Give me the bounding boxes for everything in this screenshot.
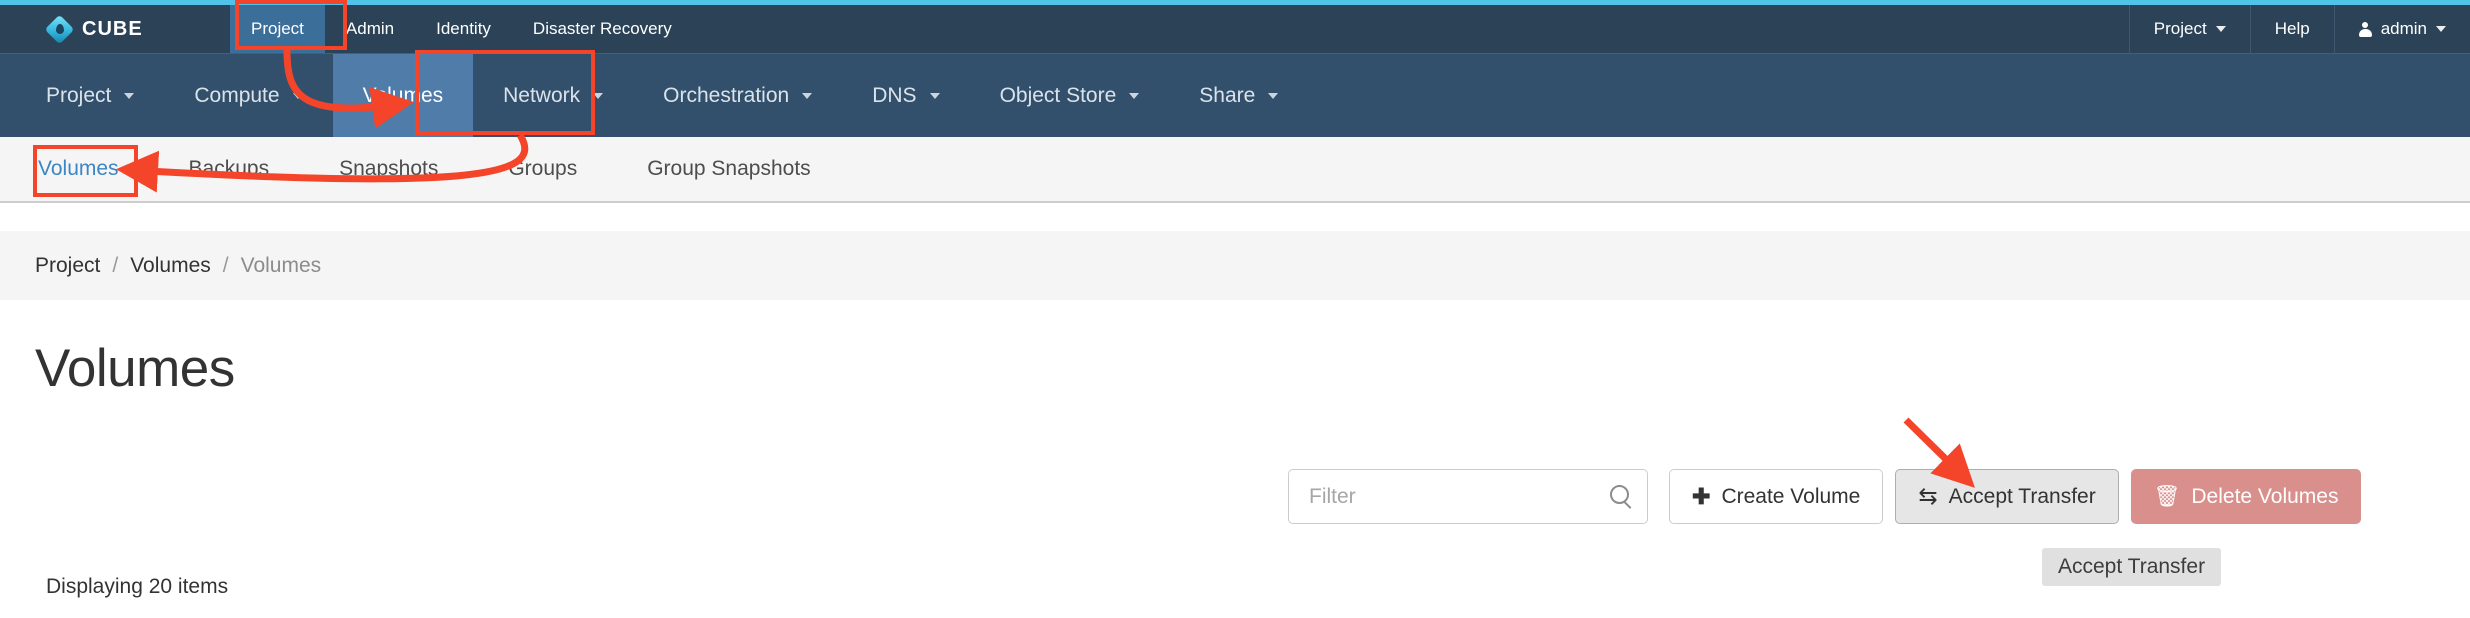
page-title: Volumes	[35, 339, 235, 398]
subnav-label: Orchestration	[663, 83, 790, 107]
chevron-down-icon	[593, 92, 604, 99]
tab-groups[interactable]: Groups	[473, 157, 612, 181]
subnav-label: Volumes	[362, 83, 444, 107]
panel-navigation: Project Compute Volumes Network Orchestr…	[0, 53, 2470, 137]
subnav-item-share[interactable]: Share	[1169, 54, 1308, 137]
chevron-down-icon	[929, 92, 940, 99]
create-volume-label: Create Volume	[1721, 484, 1861, 508]
user-menu-label: admin	[2380, 19, 2427, 38]
accept-transfer-tooltip: Accept Transfer	[2042, 548, 2222, 586]
tab-volumes[interactable]: Volumes	[0, 157, 154, 181]
subnav-item-orchestration[interactable]: Orchestration	[633, 54, 842, 137]
volumes-toolbar: ✚ Create Volume ⇆ Accept Transfer 🗑 Dele…	[1288, 469, 2362, 524]
top-header-bar: CUBE Project Admin Identity Disaster Rec…	[0, 5, 2470, 53]
filter-field-wrapper[interactable]	[1288, 469, 1648, 524]
breadcrumb-item-volumes[interactable]: Volumes	[130, 254, 211, 278]
top-right-menu: Project Help admin	[2128, 5, 2470, 53]
cube-diamond-logo-icon	[44, 14, 75, 44]
tab-group-snapshots[interactable]: Group Snapshots	[612, 157, 845, 181]
breadcrumb-bar: Project / Volumes / Volumes	[0, 231, 2470, 300]
user-icon	[2358, 21, 2372, 37]
chevron-down-icon	[2436, 26, 2446, 32]
tab-snapshots[interactable]: Snapshots	[304, 157, 473, 181]
plus-icon: ✚	[1692, 483, 1711, 509]
subnav-item-compute[interactable]: Compute	[164, 54, 332, 137]
transfer-arrows-icon: ⇆	[1918, 483, 1938, 509]
subnav-label: Network	[503, 83, 581, 107]
topnav-item-disaster-recovery[interactable]: Disaster Recovery	[512, 5, 693, 53]
subnav-label: Object Store	[999, 83, 1117, 107]
chevron-down-icon	[124, 92, 135, 99]
search-input[interactable]	[1289, 484, 1579, 509]
chevron-down-icon	[292, 92, 303, 99]
brand-name: CUBE	[82, 17, 143, 40]
breadcrumb-item-project[interactable]: Project	[35, 254, 100, 278]
tab-backups[interactable]: Backups	[154, 157, 305, 181]
subnav-item-dns[interactable]: DNS	[842, 54, 969, 137]
chevron-down-icon	[1268, 92, 1279, 99]
top-navigation: Project Admin Identity Disaster Recovery	[230, 5, 693, 53]
help-link[interactable]: Help	[2249, 5, 2334, 53]
volumes-tab-bar: Volumes Backups Snapshots Groups Group S…	[0, 137, 2470, 203]
delete-volumes-button[interactable]: 🗑 Delete Volumes	[2130, 469, 2362, 524]
accept-transfer-label: Accept Transfer	[1948, 484, 2096, 508]
search-icon[interactable]	[1610, 485, 1629, 504]
breadcrumb-separator: /	[112, 253, 119, 277]
user-menu[interactable]: admin	[2333, 5, 2470, 53]
subnav-label: DNS	[872, 83, 917, 107]
trash-icon: 🗑	[2153, 485, 2181, 508]
breadcrumb-separator: /	[222, 253, 229, 277]
breadcrumb-item-current: Volumes	[240, 253, 322, 277]
chevron-down-icon	[2215, 26, 2226, 32]
project-selector-label: Project	[2153, 19, 2207, 38]
chevron-down-icon	[802, 92, 813, 99]
subnav-label: Share	[1199, 83, 1256, 107]
accept-transfer-button[interactable]: ⇆ Accept Transfer	[1895, 469, 2119, 524]
create-volume-button[interactable]: ✚ Create Volume	[1669, 469, 1884, 524]
breadcrumb: Project / Volumes / Volumes	[0, 254, 321, 278]
subnav-item-project[interactable]: Project	[16, 54, 164, 137]
chevron-down-icon	[1129, 92, 1140, 99]
subnav-label: Project	[46, 83, 112, 107]
delete-volumes-label: Delete Volumes	[2191, 484, 2339, 508]
topnav-item-identity[interactable]: Identity	[415, 5, 512, 53]
subnav-item-object-store[interactable]: Object Store	[970, 54, 1170, 137]
topnav-item-project[interactable]: Project	[230, 5, 325, 53]
project-selector[interactable]: Project	[2128, 5, 2250, 53]
subnav-item-network[interactable]: Network	[473, 54, 633, 137]
brand-logo[interactable]: CUBE	[0, 5, 230, 53]
subnav-label: Compute	[194, 83, 280, 107]
item-count-label: Displaying 20 items	[46, 575, 229, 598]
volumes-page: CUBE Project Admin Identity Disaster Rec…	[0, 0, 2470, 618]
subnav-item-volumes[interactable]: Volumes	[332, 54, 474, 137]
topnav-item-admin[interactable]: Admin	[325, 5, 415, 53]
